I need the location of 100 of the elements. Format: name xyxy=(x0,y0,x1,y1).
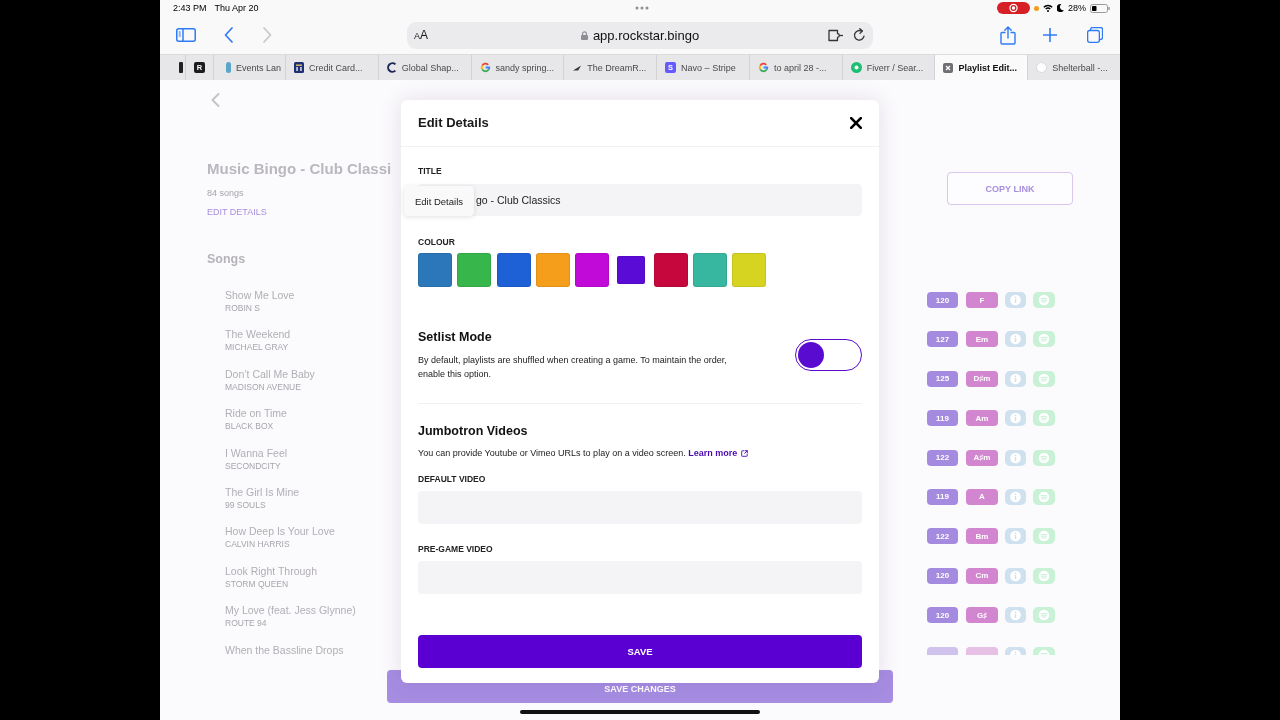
back-chevron-icon[interactable] xyxy=(211,93,220,107)
x-square-icon xyxy=(943,62,954,73)
colour-swatch-icon[interactable] xyxy=(535,253,570,287)
waves-icon[interactable] xyxy=(1033,567,1055,584)
waves-icon[interactable] xyxy=(1033,646,1055,655)
colour-swatch-icon[interactable] xyxy=(575,253,610,287)
colour-swatch-icon[interactable] xyxy=(457,253,492,287)
circle-icon xyxy=(1036,62,1048,73)
info-icon[interactable] xyxy=(1005,292,1026,308)
battery-percent: 28% xyxy=(1068,3,1086,13)
song-title: Don’t Call Me Baby xyxy=(225,366,315,381)
key-badge: Bm xyxy=(966,528,998,545)
close-icon xyxy=(850,117,862,129)
waves-icon[interactable] xyxy=(1033,331,1055,348)
waves-icon[interactable] xyxy=(1033,449,1055,466)
song-title: I Wanna Feel xyxy=(225,445,288,460)
colour-swatch-icon[interactable] xyxy=(496,253,531,287)
tabs-overview-icon[interactable] xyxy=(1087,27,1103,43)
colour-swatch-icon[interactable] xyxy=(653,253,688,287)
field-label: TITLE xyxy=(418,166,442,176)
colour-swatch-icon[interactable] xyxy=(693,253,728,287)
circle-logo-icon xyxy=(850,62,862,73)
info-icon[interactable] xyxy=(1005,449,1026,466)
song-artist: ROUTE 94 xyxy=(225,617,267,630)
key-badge: Cm xyxy=(966,567,998,584)
chevron-right-icon xyxy=(263,27,272,43)
info-icon[interactable] xyxy=(1005,528,1026,545)
sidebar-icon[interactable] xyxy=(176,28,196,42)
address-bar[interactable]: AA app.rockstar.bingo xyxy=(407,21,873,49)
bpm-badge: 125 xyxy=(927,370,958,387)
setlist-toggle[interactable] xyxy=(795,339,862,371)
key-badge: F xyxy=(966,292,998,308)
waves-icon[interactable] xyxy=(1033,292,1055,308)
waves-icon[interactable] xyxy=(1033,488,1055,505)
colour-swatch-icon[interactable] xyxy=(418,253,452,287)
learn-more-link[interactable]: Learn more xyxy=(688,446,749,460)
battery-icon xyxy=(1090,3,1110,13)
key-badge: D♯m xyxy=(966,370,998,387)
song-artist: MICHAEL GRAY xyxy=(225,341,289,354)
info-icon[interactable] xyxy=(1005,331,1026,348)
bpm-badge: 122 xyxy=(927,449,958,466)
info-icon[interactable] xyxy=(1005,607,1026,624)
song-title: How Deep Is Your Love xyxy=(225,524,335,539)
waves-icon[interactable] xyxy=(1033,370,1055,387)
songs-heading: Songs xyxy=(207,251,246,267)
multitasking-dots-icon[interactable] xyxy=(634,6,649,10)
key-badge: A♯m xyxy=(966,449,998,466)
song-title: Show Me Love xyxy=(225,288,295,302)
status-date: Thu Apr 20 xyxy=(214,3,259,13)
bpm-badge: 122 xyxy=(927,528,958,545)
waves-icon[interactable] xyxy=(1033,607,1055,624)
back-button[interactable] xyxy=(224,27,233,43)
colour-swatch-icon[interactable] xyxy=(617,256,646,284)
url-field[interactable]: app.rockstar.bingo xyxy=(592,27,700,43)
g-logo-icon xyxy=(479,62,491,73)
info-icon[interactable] xyxy=(1005,370,1026,387)
song-title: When the Bassline Drops xyxy=(225,642,344,657)
song-title: The Girl Is Mine xyxy=(225,484,300,499)
bpm-badge: 120 xyxy=(927,292,958,308)
modal-title: Edit Details xyxy=(418,115,489,131)
info-icon[interactable] xyxy=(1005,410,1026,427)
tooltip: Edit Details xyxy=(404,186,474,216)
lock-icon xyxy=(580,30,588,40)
extension-icon[interactable] xyxy=(828,28,844,42)
colour-swatch-icon[interactable] xyxy=(732,253,767,287)
field-label: DEFAULT VIDEO xyxy=(418,474,486,484)
bpm-badge: 120 xyxy=(927,607,958,624)
browser-tab[interactable]: Playlist Edit... xyxy=(934,55,1028,80)
playlist-title: Music Bingo - Club Classi xyxy=(207,160,392,178)
field-label: PRE-GAME VIDEO xyxy=(418,544,493,554)
status-dot-icon xyxy=(1034,5,1039,11)
moon-icon xyxy=(1057,4,1064,12)
waves-icon[interactable] xyxy=(1033,528,1055,545)
save-button[interactable]: SAVE xyxy=(418,635,862,668)
screen-recording-icon[interactable] xyxy=(997,2,1030,14)
jumbotron-description: You can provide Youtube or Vimeo URLs to play on a video screen. Learn more xyxy=(418,446,749,460)
song-artist: BLACK BOX xyxy=(225,420,274,433)
share-icon[interactable] xyxy=(1000,25,1016,45)
info-icon[interactable] xyxy=(1005,646,1026,655)
bpm-badge xyxy=(927,646,958,655)
song-artist: 99 SOULS xyxy=(225,498,266,511)
g-logo-icon xyxy=(757,62,769,73)
song-artist: STORM QUEEN xyxy=(225,577,289,590)
key-badge: G♯ xyxy=(966,607,998,624)
section-heading: Jumbotron Videos xyxy=(418,424,528,439)
close-button[interactable] xyxy=(850,117,862,129)
text-size-button[interactable]: AA xyxy=(414,27,429,43)
reload-icon[interactable] xyxy=(853,28,866,42)
key-badge: Em xyxy=(966,331,998,348)
info-icon[interactable] xyxy=(1005,488,1026,505)
song-count: 84 songs xyxy=(207,188,244,199)
key-badge: Am xyxy=(966,410,998,427)
info-icon[interactable] xyxy=(1005,567,1026,584)
key-badge xyxy=(966,646,998,655)
c-logo-icon xyxy=(386,62,397,73)
new-tab-icon[interactable] xyxy=(1043,28,1057,42)
song-title: Ride on Time xyxy=(225,406,287,421)
bpm-badge: 119 xyxy=(927,410,958,427)
waves-icon[interactable] xyxy=(1033,410,1055,427)
field-label: COLOUR xyxy=(418,237,455,247)
